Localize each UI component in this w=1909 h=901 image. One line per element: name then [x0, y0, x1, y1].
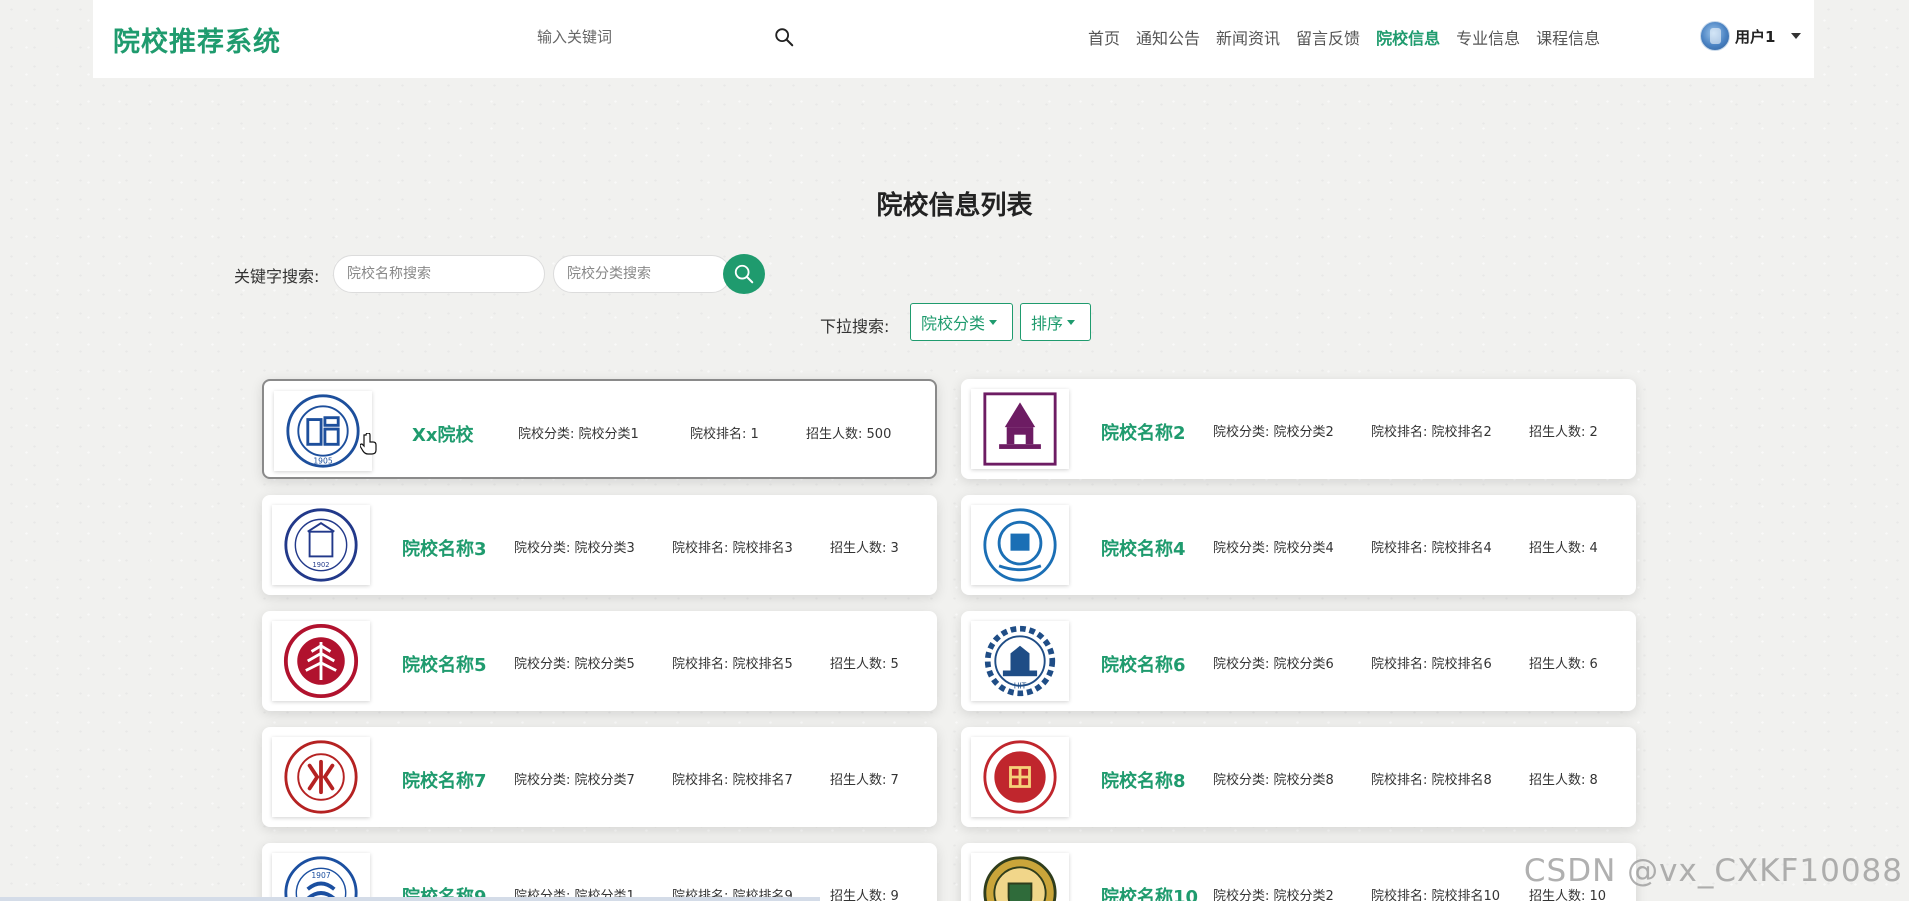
nav-feedback[interactable]: 留言反馈 [1296, 25, 1360, 49]
nav-news[interactable]: 新闻资讯 [1216, 25, 1280, 49]
svg-text:HIT: HIT [1014, 682, 1027, 691]
sort-dropdown-label: 排序 [1031, 314, 1064, 333]
search-icon[interactable] [773, 26, 795, 48]
school-category: 院校分类: 院校分类6 [1213, 657, 1334, 672]
school-logo[interactable] [272, 621, 370, 701]
school-rank: 院校排名: 院校排名3 [672, 541, 793, 556]
school-logo[interactable] [971, 853, 1069, 901]
school-name[interactable]: 院校名称4 [1101, 535, 1186, 561]
school-enrollment: 招生人数: 500 [806, 427, 892, 442]
nav-home[interactable]: 首页 [1088, 25, 1120, 49]
school-logo[interactable]: 1907 [272, 853, 370, 901]
school-name[interactable]: 院校名称6 [1101, 651, 1186, 677]
school-card[interactable]: 1902 院校名称3 院校分类: 院校分类3 院校排名: 院校排名3 招生人数:… [262, 495, 937, 595]
school-name[interactable]: 院校名称5 [402, 651, 487, 677]
dropdown-search-label: 下拉搜索: [820, 317, 890, 336]
school-enrollment: 招生人数: 8 [1529, 773, 1598, 788]
school-name[interactable]: 院校名称2 [1101, 419, 1186, 445]
watermark: CSDN @vx_CXKF10088 [1523, 853, 1903, 889]
school-category-search-input[interactable] [553, 255, 731, 293]
school-name[interactable]: 院校名称3 [402, 535, 487, 561]
category-dropdown-label: 院校分类 [921, 314, 986, 333]
school-enrollment: 招生人数: 2 [1529, 425, 1598, 440]
school-card[interactable]: 1907 院校名称9 院校分类: 院校分类1 院校排名: 院校排名9 招生人数:… [262, 843, 937, 901]
school-name-search-input[interactable] [333, 255, 545, 293]
caret-down-icon [1067, 319, 1076, 325]
school-card[interactable]: 院校名称7 院校分类: 院校分类7 院校排名: 院校排名7 招生人数: 7 [262, 727, 937, 827]
chevron-down-icon [1791, 33, 1802, 39]
top-navbar: 院校推荐系统 首页 通知公告 新闻资讯 留言反馈 院校信息 专业信息 课程信息 … [93, 0, 1814, 78]
bottom-scroll-indicator [0, 897, 820, 901]
main-nav: 首页 通知公告 新闻资讯 留言反馈 院校信息 专业信息 课程信息 [1088, 25, 1616, 49]
school-enrollment: 招生人数: 6 [1529, 657, 1598, 672]
school-rank: 院校排名: 院校排名6 [1371, 657, 1492, 672]
nav-courses[interactable]: 课程信息 [1536, 25, 1600, 49]
school-name[interactable]: 院校名称7 [402, 767, 487, 793]
user-menu[interactable]: 用户1 [1700, 20, 1802, 52]
school-category: 院校分类: 院校分类3 [514, 541, 635, 556]
school-rank: 院校排名: 院校排名2 [1371, 425, 1492, 440]
header-search-input[interactable] [529, 20, 809, 54]
search-icon [734, 264, 754, 284]
school-rank: 院校排名: 院校排名4 [1371, 541, 1492, 556]
school-enrollment: 招生人数: 5 [830, 657, 899, 672]
category-dropdown[interactable]: 院校分类 [910, 303, 1013, 341]
school-name[interactable]: 院校名称8 [1101, 767, 1186, 793]
school-card[interactable]: 院校名称2 院校分类: 院校分类2 院校排名: 院校排名2 招生人数: 2 [961, 379, 1636, 479]
site-logo[interactable]: 院校推荐系统 [113, 20, 281, 59]
school-category: 院校分类: 院校分类2 [1213, 425, 1334, 440]
hand-cursor-icon [360, 433, 377, 455]
school-rank: 院校排名: 院校排名10 [1371, 889, 1501, 901]
caret-down-icon [989, 319, 998, 325]
page-title: 院校信息列表 [876, 191, 1033, 221]
nav-schools[interactable]: 院校信息 [1376, 25, 1440, 49]
school-name[interactable]: 院校名称10 [1101, 883, 1198, 901]
school-card-grid: 1905 Xx院校 院校分类: 院校分类1 院校排名: 1 招生人数: 500 … [262, 379, 1637, 901]
school-logo[interactable]: 1905 [274, 391, 372, 471]
school-rank: 院校排名: 院校排名7 [672, 773, 793, 788]
school-rank: 院校排名: 院校排名5 [672, 657, 793, 672]
school-enrollment: 招生人数: 7 [830, 773, 899, 788]
school-logo[interactable] [971, 505, 1069, 585]
school-category: 院校分类: 院校分类1 [518, 427, 639, 442]
school-name[interactable]: Xx院校 [412, 421, 474, 447]
school-category: 院校分类: 院校分类4 [1213, 541, 1334, 556]
keyword-search-label: 关键字搜索: [234, 267, 320, 286]
school-rank: 院校排名: 1 [690, 427, 759, 442]
nav-notices[interactable]: 通知公告 [1136, 25, 1200, 49]
school-logo[interactable] [971, 737, 1069, 817]
svg-text:1905: 1905 [313, 456, 332, 465]
school-enrollment: 招生人数: 4 [1529, 541, 1598, 556]
school-card[interactable]: 院校名称5 院校分类: 院校分类5 院校排名: 院校排名5 招生人数: 5 [262, 611, 937, 711]
school-enrollment: 招生人数: 3 [830, 541, 899, 556]
avatar [1700, 21, 1730, 51]
school-card[interactable]: HIT 院校名称6 院校分类: 院校分类6 院校排名: 院校排名6 招生人数: … [961, 611, 1636, 711]
svg-text:1907: 1907 [311, 871, 330, 880]
school-enrollment: 招生人数: 9 [830, 889, 899, 901]
nav-majors[interactable]: 专业信息 [1456, 25, 1520, 49]
school-category: 院校分类: 院校分类7 [514, 773, 635, 788]
school-card[interactable]: 院校名称8 院校分类: 院校分类8 院校排名: 院校排名8 招生人数: 8 [961, 727, 1636, 827]
school-logo[interactable] [971, 389, 1069, 469]
school-rank: 院校排名: 院校排名8 [1371, 773, 1492, 788]
school-logo[interactable]: 1902 [272, 505, 370, 585]
header-search [529, 20, 809, 54]
school-logo[interactable]: HIT [971, 621, 1069, 701]
school-card[interactable]: 院校名称4 院校分类: 院校分类4 院校排名: 院校排名4 招生人数: 4 [961, 495, 1636, 595]
school-logo[interactable] [272, 737, 370, 817]
sort-dropdown[interactable]: 排序 [1020, 303, 1091, 341]
svg-text:1902: 1902 [313, 561, 330, 569]
school-card[interactable]: 1905 Xx院校 院校分类: 院校分类1 院校排名: 1 招生人数: 500 [262, 379, 937, 479]
school-category: 院校分类: 院校分类8 [1213, 773, 1334, 788]
search-button[interactable] [723, 254, 765, 294]
user-name: 用户1 [1735, 27, 1776, 46]
school-category: 院校分类: 院校分类5 [514, 657, 635, 672]
school-category: 院校分类: 院校分类2 [1213, 889, 1334, 901]
